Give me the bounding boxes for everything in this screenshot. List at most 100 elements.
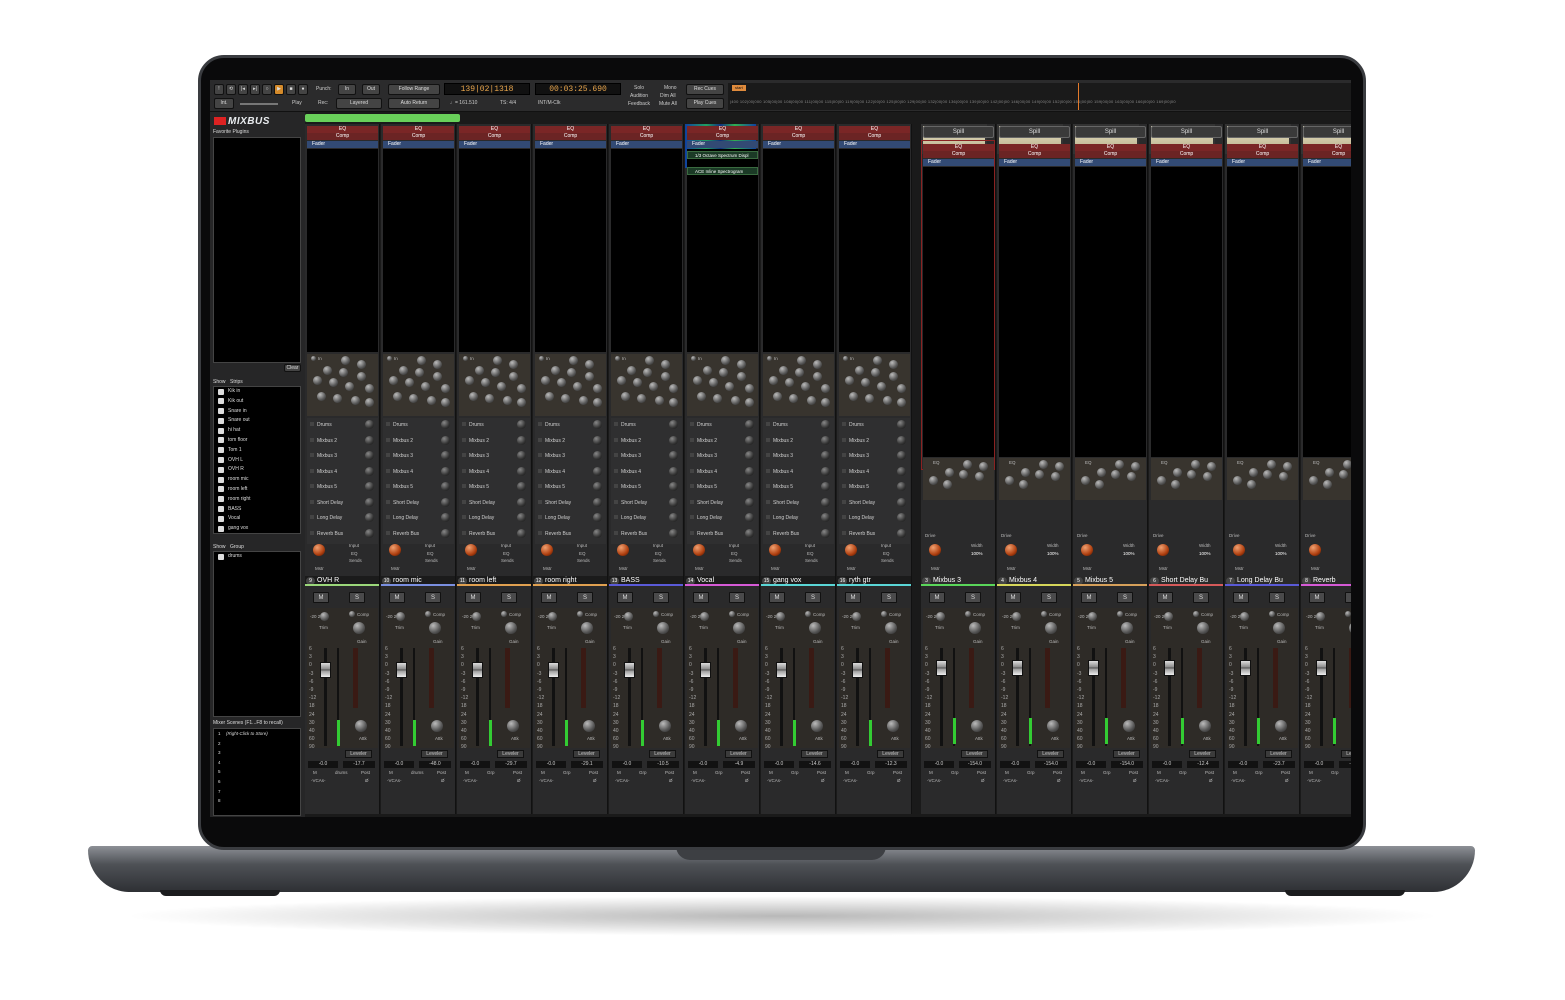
- punch-out-button[interactable]: Out: [362, 84, 380, 95]
- send-level-knob[interactable]: [365, 420, 374, 429]
- gain-knob[interactable]: [429, 622, 441, 634]
- strip-name-button[interactable]: 13 BASS: [609, 576, 683, 586]
- group-button[interactable]: Grp: [951, 770, 959, 775]
- eq-knob[interactable]: [433, 360, 442, 369]
- plugin-box[interactable]: [1303, 167, 1351, 457]
- gain-knob[interactable]: [353, 622, 365, 634]
- comp-enable-icon[interactable]: [577, 611, 583, 617]
- checkbox-icon[interactable]: [218, 398, 224, 405]
- fader-handle[interactable]: [1164, 660, 1175, 676]
- sends-toggle[interactable]: Sends: [881, 558, 894, 563]
- send-label[interactable]: Long Delay: [538, 515, 570, 521]
- mute-button[interactable]: M: [1081, 592, 1097, 603]
- spill-button[interactable]: Spill: [1151, 126, 1222, 138]
- dim-all-button[interactable]: Dim All: [660, 93, 676, 100]
- pan-knob[interactable]: [845, 544, 857, 556]
- eq-knob[interactable]: [1171, 480, 1180, 489]
- comp-enable-icon[interactable]: [349, 611, 355, 617]
- strip-name-button[interactable]: 8 Reverb: [1301, 576, 1351, 586]
- eq-knob[interactable]: [1111, 470, 1120, 479]
- strip-list-item[interactable]: OVH R: [214, 465, 300, 475]
- eq-knob[interactable]: [389, 376, 398, 385]
- eq-knob[interactable]: [465, 376, 474, 385]
- eq-knob[interactable]: [693, 376, 702, 385]
- eq-knob[interactable]: [785, 378, 794, 387]
- comp-mode-button[interactable]: Leveler: [877, 750, 904, 758]
- eq-knob[interactable]: [399, 366, 408, 375]
- follow-range-button[interactable]: Follow Range: [388, 84, 440, 95]
- eq-knob[interactable]: [945, 468, 954, 477]
- eq-knob[interactable]: [719, 368, 728, 377]
- strip-list-item[interactable]: Kik out: [214, 397, 300, 407]
- eq-knob[interactable]: [1233, 476, 1242, 485]
- comp-plugin[interactable]: Comp: [383, 133, 454, 140]
- eq-knob[interactable]: [323, 366, 332, 375]
- strip-list-item[interactable]: Snare in: [214, 407, 300, 417]
- eq-plugin[interactable]: EQ: [1075, 144, 1146, 151]
- eq-knob[interactable]: [813, 372, 822, 381]
- send-label[interactable]: Mixbus 3: [766, 453, 793, 459]
- send-label[interactable]: Short Delay: [462, 500, 495, 506]
- stop-icon[interactable]: ■: [286, 84, 296, 95]
- send-level-knob[interactable]: [593, 482, 602, 491]
- rec-mode-select[interactable]: Layered: [336, 98, 382, 109]
- gain-knob[interactable]: [885, 622, 897, 634]
- eq-knob[interactable]: [897, 398, 906, 407]
- fader-plugin[interactable]: Fader: [999, 159, 1070, 166]
- eq-knob[interactable]: [1325, 468, 1334, 477]
- fader-handle[interactable]: [936, 660, 947, 676]
- plugin-box[interactable]: [535, 149, 606, 352]
- eq-knob[interactable]: [713, 394, 722, 403]
- strips-scroll-indicator[interactable]: [305, 114, 460, 122]
- eq-knob[interactable]: [1051, 472, 1060, 481]
- gain-knob[interactable]: [581, 622, 593, 634]
- eq-knob[interactable]: [745, 398, 754, 407]
- mstr-label[interactable]: Mstr: [847, 566, 856, 571]
- eq-knob[interactable]: [427, 396, 436, 405]
- group-button[interactable]: Grp: [867, 770, 875, 775]
- eq-knob[interactable]: [943, 480, 952, 489]
- send-level-knob[interactable]: [517, 435, 526, 445]
- scene-number[interactable]: 1: [218, 731, 221, 736]
- send-label[interactable]: Mixbus 3: [310, 453, 337, 459]
- mstr-label[interactable]: Mstr: [1311, 566, 1320, 571]
- comp-mode-button[interactable]: Leveler: [1189, 750, 1216, 758]
- gain-knob[interactable]: [1045, 622, 1057, 634]
- eq-knob[interactable]: [963, 460, 972, 469]
- eq-knob[interactable]: [573, 382, 582, 391]
- eq-plugin[interactable]: EQ: [839, 126, 910, 133]
- comp-enable-icon[interactable]: [501, 611, 507, 617]
- mute-all-button[interactable]: Mute All: [659, 101, 677, 108]
- comp-plugin[interactable]: Comp: [307, 133, 378, 140]
- send-level-knob[interactable]: [821, 482, 830, 491]
- send-level-knob[interactable]: [745, 451, 754, 460]
- send-label[interactable]: Drums: [310, 422, 332, 428]
- trim-knob[interactable]: [548, 612, 557, 621]
- send-level-knob[interactable]: [441, 513, 450, 522]
- feedback-indicator[interactable]: Feedback: [628, 101, 650, 108]
- send-level-knob[interactable]: [517, 528, 526, 538]
- eq-knob[interactable]: [1343, 460, 1351, 469]
- pan-knob[interactable]: [1157, 544, 1169, 556]
- eq-knob[interactable]: [1323, 480, 1332, 489]
- send-label[interactable]: Mixbus 4: [462, 469, 489, 475]
- checkbox-icon[interactable]: [218, 486, 224, 493]
- comp-plugin[interactable]: Comp: [763, 133, 834, 140]
- groups-list[interactable]: drums: [213, 551, 301, 717]
- send-level-knob[interactable]: [897, 435, 906, 445]
- plugin-box[interactable]: [1075, 167, 1146, 457]
- solo-button[interactable]: S: [965, 592, 981, 603]
- fader-plugin[interactable]: Fader: [687, 141, 758, 148]
- eq-knob[interactable]: [497, 382, 506, 391]
- eq-knob[interactable]: [697, 392, 706, 401]
- eq-knob[interactable]: [617, 376, 626, 385]
- scene-number[interactable]: 2: [218, 741, 221, 746]
- plugin-box[interactable]: [687, 149, 758, 352]
- group-button[interactable]: drums: [411, 770, 424, 775]
- mstr-label[interactable]: Mstr: [543, 566, 552, 571]
- send-level-knob[interactable]: [593, 451, 602, 460]
- eq-knob[interactable]: [551, 366, 560, 375]
- checkbox-icon[interactable]: [218, 476, 224, 483]
- pan-knob[interactable]: [929, 544, 941, 556]
- trim-knob[interactable]: [1316, 612, 1325, 621]
